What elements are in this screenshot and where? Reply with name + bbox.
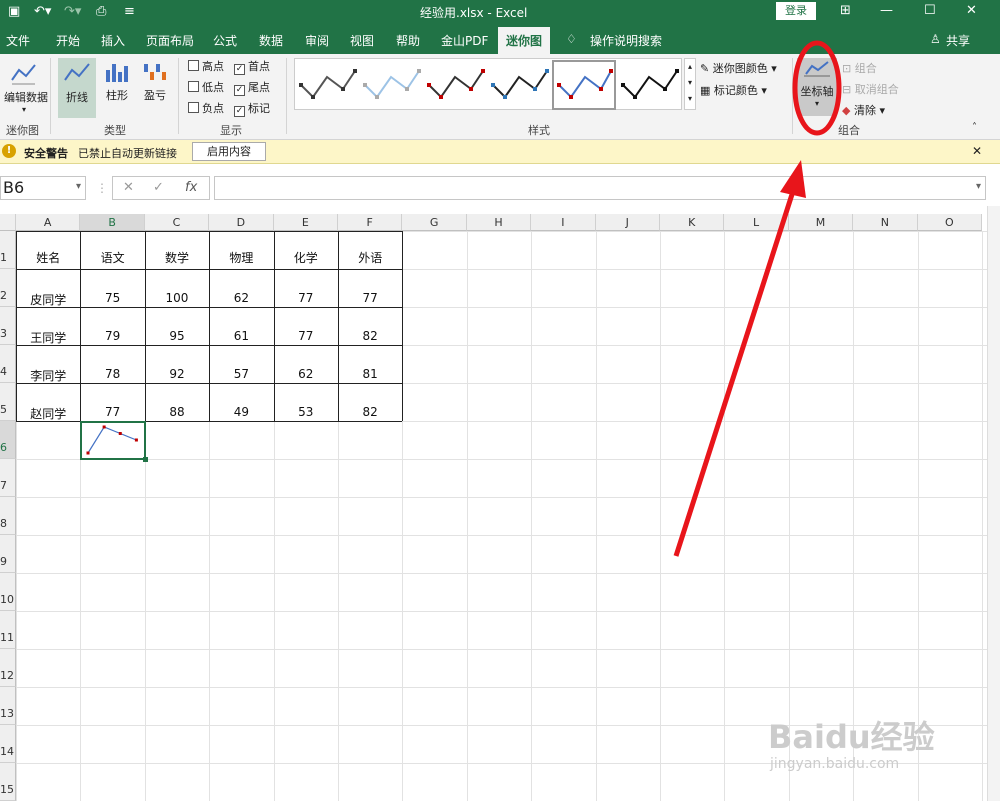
watermark-brand: Baidu经验 xyxy=(768,718,935,756)
annotation-arrow-shaft xyxy=(673,184,798,557)
annotation-circle xyxy=(792,40,842,136)
annotation-overlay xyxy=(673,40,842,557)
annotation-arrow-head xyxy=(780,160,806,198)
watermark-url: jingyan.baidu.com xyxy=(770,756,900,772)
